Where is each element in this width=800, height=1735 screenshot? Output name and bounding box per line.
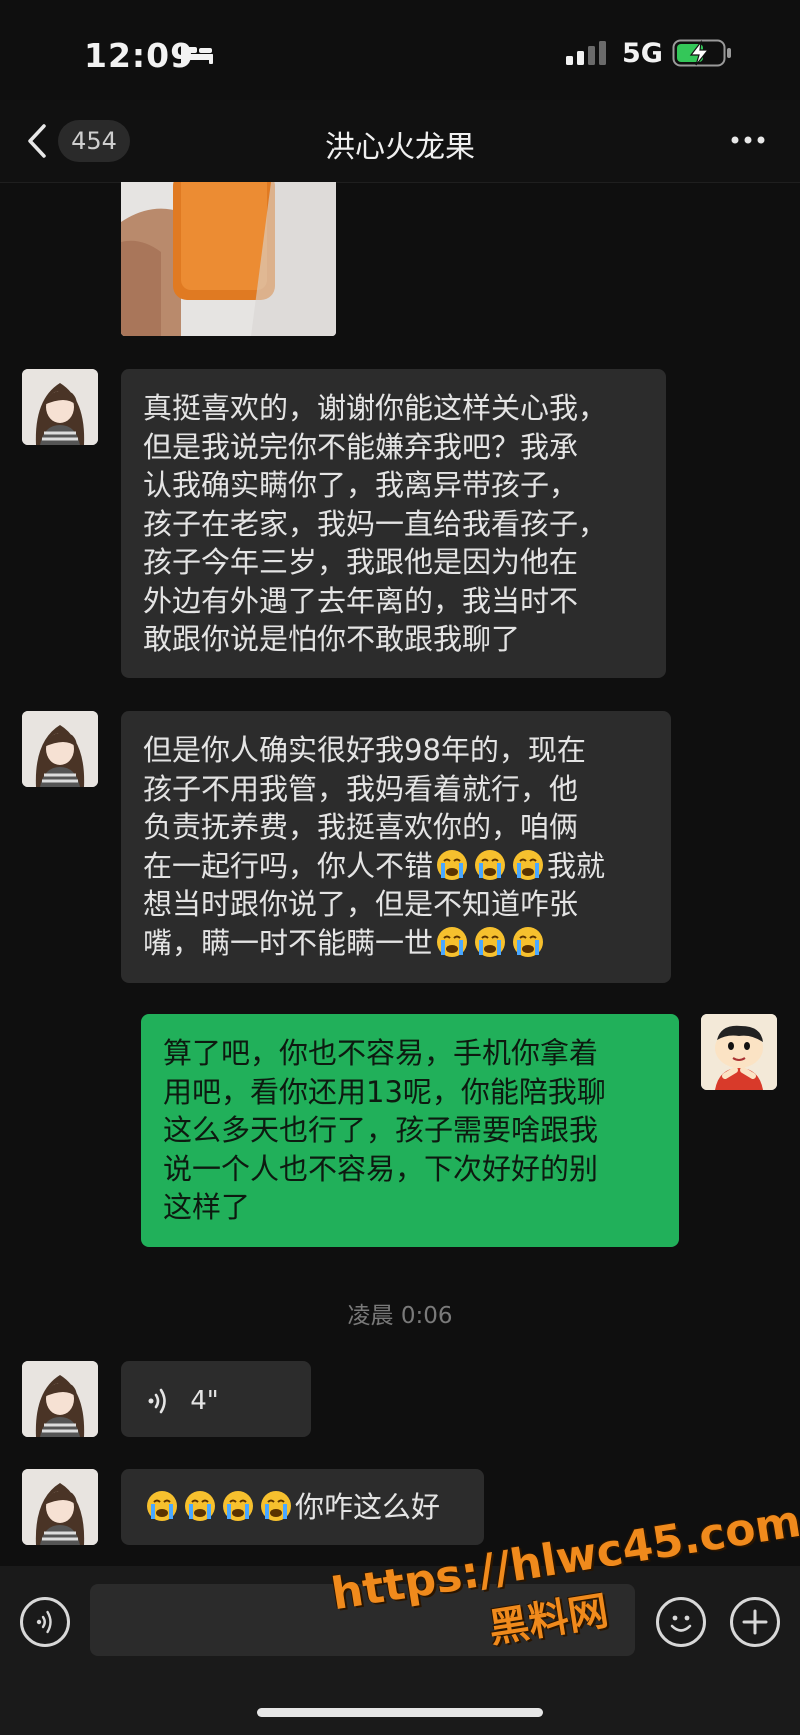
crying-face-icon xyxy=(435,925,469,959)
received-text-bubble[interactable]: 但是你人确实很好我98年的，现在 孩子不用我管，我妈看着就行，他 负责抚养费，我… xyxy=(121,711,671,983)
voice-wave-icon xyxy=(36,1610,52,1634)
message-line: 负责抚养费，我挺喜欢你的，咱俩 xyxy=(143,810,579,844)
message-text: 真挺喜欢的，谢谢你能这样关心我， 但是我说完你不能嫌弃我吧？我承 认我确实瞒你了… xyxy=(143,391,608,656)
message-text: 嘴，瞒一时不能瞒一世 xyxy=(143,925,434,960)
message-line: 在一起行吗，你人不错 我就 xyxy=(143,847,649,886)
contact-avatar[interactable] xyxy=(22,1469,98,1545)
sleep-focus-icon xyxy=(181,44,213,64)
cellular-signal-icon xyxy=(566,41,606,65)
timestamp-divider: 凌晨 0:06 xyxy=(347,1303,453,1329)
image-message[interactable] xyxy=(121,182,336,336)
phone-photo xyxy=(121,182,336,336)
back-arrow-icon[interactable] xyxy=(24,120,54,162)
message-line: 嘴，瞒一时不能瞒一世 xyxy=(143,924,649,963)
received-text-bubble[interactable]: 你咋这么好 xyxy=(121,1469,484,1545)
my-avatar[interactable] xyxy=(701,1014,777,1090)
voice-wave-icon xyxy=(148,1388,166,1414)
contact-avatar[interactable] xyxy=(22,1361,98,1437)
message-line: 想当时跟你说了，但是不知道咋张 xyxy=(143,887,579,921)
network-type: 5G xyxy=(622,38,663,69)
crying-face-icon xyxy=(473,848,507,882)
contact-avatar[interactable] xyxy=(22,369,98,445)
crying-face-icon xyxy=(183,1475,217,1521)
crying-face-icon xyxy=(473,925,507,959)
contact-avatar[interactable] xyxy=(22,711,98,787)
crying-face-icon xyxy=(221,1475,255,1521)
crying-face-icon xyxy=(435,848,469,882)
crying-face-icon xyxy=(511,925,545,959)
message-text: 你咋这么好 xyxy=(295,1490,441,1524)
message-text: 我就 xyxy=(547,848,606,883)
message-text: 算了吧，你也不容易，手机你拿着 用吧，看你还用13呢，你能陪我聊 这么多天也行了… xyxy=(163,1036,606,1224)
header-divider xyxy=(0,182,800,183)
voice-input-button[interactable] xyxy=(20,1597,70,1647)
more-options-icon[interactable] xyxy=(728,130,768,150)
voice-message-bubble[interactable]: 4" xyxy=(121,1361,311,1437)
received-text-bubble[interactable]: 真挺喜欢的，谢谢你能这样关心我， 但是我说完你不能嫌弃我吧？我承 认我确实瞒你了… xyxy=(121,369,666,678)
voice-duration: 4" xyxy=(190,1386,219,1416)
sent-text-bubble[interactable]: 算了吧，你也不容易，手机你拿着 用吧，看你还用13呢，你能陪我聊 这么多天也行了… xyxy=(141,1014,679,1247)
crying-face-icon xyxy=(259,1475,293,1521)
message-line: 孩子不用我管，我妈看着就行，他 xyxy=(143,771,579,806)
crying-face-icon xyxy=(511,848,545,882)
message-text: 在一起行吗，你人不错 xyxy=(143,848,434,883)
chat-title: 洪心火龙果 xyxy=(325,130,475,165)
crying-face-icon xyxy=(145,1475,179,1521)
unread-count-badge[interactable]: 454 xyxy=(58,120,130,162)
battery-charging-icon xyxy=(672,39,731,67)
message-line: 但是你人确实很好我98年的，现在 xyxy=(143,733,586,767)
status-time: 12:09 xyxy=(84,36,195,75)
home-indicator[interactable] xyxy=(257,1708,543,1717)
